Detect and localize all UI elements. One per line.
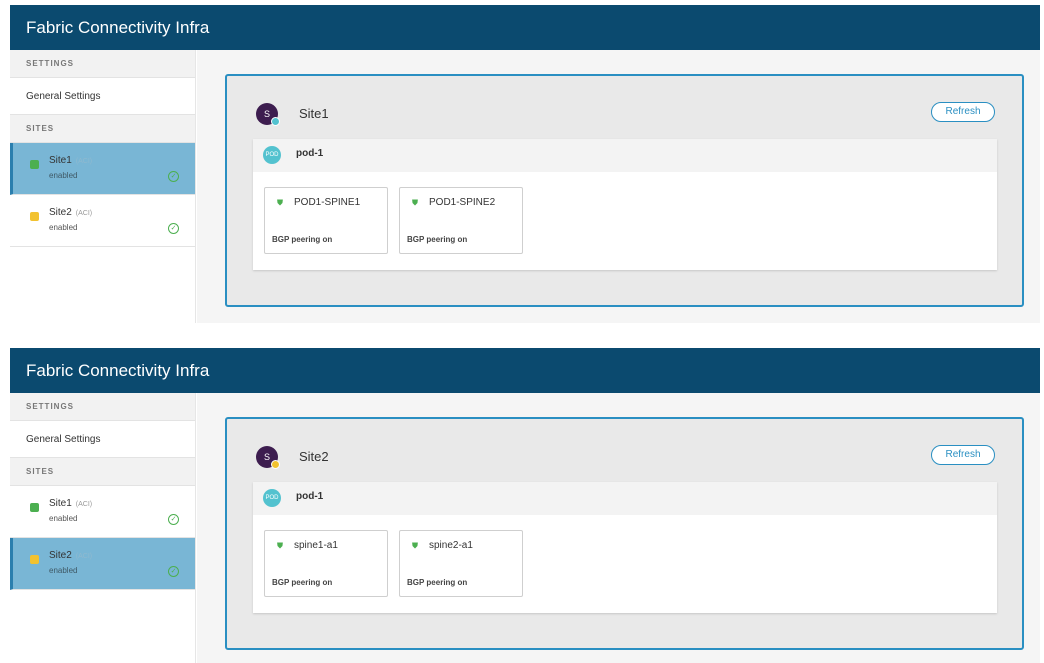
general-settings-link[interactable]: General Settings bbox=[10, 78, 195, 115]
avatar-letter: S bbox=[263, 109, 270, 119]
bgp-status: BGP peering on bbox=[407, 578, 468, 587]
spine-name: POD1-SPINE2 bbox=[429, 197, 496, 208]
sidebar-item-site2[interactable]: Site2 (ACI) enabled ✓ bbox=[10, 538, 195, 590]
site-card: S Site2 Refresh POD pod-1 ⛊ spine1-a1 BG… bbox=[225, 417, 1024, 650]
general-settings-link[interactable]: General Settings bbox=[10, 421, 195, 458]
sidebar-item-site1[interactable]: Site1 (ACI) enabled ✓ bbox=[10, 486, 195, 538]
site-type-tag: (ACI) bbox=[75, 158, 93, 165]
site-shield-icon bbox=[30, 555, 39, 564]
site-status: enabled bbox=[49, 514, 78, 523]
spine-card[interactable]: ⛊ POD1-SPINE2 BGP peering on bbox=[399, 187, 523, 254]
pod-header: POD pod-1 bbox=[253, 139, 997, 172]
settings-header: SETTINGS bbox=[10, 50, 195, 78]
site-type-tag: (ACI) bbox=[75, 210, 93, 217]
site-card: S Site1 Refresh POD pod-1 ⛊ POD1-SPINE1 … bbox=[225, 74, 1024, 307]
panel-site2: Fabric Connectivity Infra SETTINGS Gener… bbox=[10, 348, 1040, 663]
site-shield-icon bbox=[30, 160, 39, 169]
site-status: enabled bbox=[49, 223, 78, 232]
pod-name: pod-1 bbox=[296, 491, 324, 502]
app-title: Fabric Connectivity Infra bbox=[10, 348, 1040, 393]
sites-header: SITES bbox=[10, 115, 195, 143]
site-status-icon bbox=[271, 117, 280, 126]
spine-name: spine1-a1 bbox=[294, 540, 338, 551]
main-content: S Site2 Refresh POD pod-1 ⛊ spine1-a1 BG… bbox=[197, 393, 1040, 663]
pod-icon: POD bbox=[263, 489, 281, 507]
sidebar: SETTINGS General Settings SITES Site1 (AC… bbox=[10, 393, 196, 663]
check-circle-icon: ✓ bbox=[168, 566, 179, 577]
site-name-label: Site1 bbox=[49, 155, 72, 166]
site-type-tag: (ACI) bbox=[75, 553, 93, 560]
site-name: Site2 (ACI) bbox=[49, 207, 92, 218]
site-shield-icon bbox=[30, 503, 39, 512]
site-status: enabled bbox=[49, 566, 78, 575]
bgp-status: BGP peering on bbox=[272, 578, 333, 587]
settings-header: SETTINGS bbox=[10, 393, 195, 421]
site-name: Site2 (ACI) bbox=[49, 550, 92, 561]
site-name: Site1 (ACI) bbox=[49, 155, 92, 166]
pod-panel: POD pod-1 ⛊ POD1-SPINE1 BGP peering on ⛊… bbox=[253, 139, 997, 270]
check-circle-icon: ✓ bbox=[168, 223, 179, 234]
site-avatar: S bbox=[256, 103, 280, 126]
shield-icon: ⛊ bbox=[277, 541, 283, 550]
spine-card[interactable]: ⛊ POD1-SPINE1 BGP peering on bbox=[264, 187, 388, 254]
spine-card[interactable]: ⛊ spine2-a1 BGP peering on bbox=[399, 530, 523, 597]
bgp-status: BGP peering on bbox=[407, 235, 468, 244]
avatar-letter: S bbox=[263, 452, 270, 462]
check-circle-icon: ✓ bbox=[168, 514, 179, 525]
main-content: S Site1 Refresh POD pod-1 ⛊ POD1-SPINE1 … bbox=[197, 50, 1040, 323]
sidebar-item-site2[interactable]: Site2 (ACI) enabled ✓ bbox=[10, 195, 195, 247]
site-type-tag: (ACI) bbox=[75, 501, 93, 508]
shield-icon: ⛊ bbox=[412, 198, 418, 207]
site-name-label: Site1 bbox=[49, 498, 72, 509]
refresh-button[interactable]: Refresh bbox=[931, 102, 995, 122]
site-status: enabled bbox=[49, 171, 78, 180]
site-name-label: Site2 bbox=[49, 207, 72, 218]
site-shield-icon bbox=[30, 212, 39, 221]
bgp-status: BGP peering on bbox=[272, 235, 333, 244]
sites-header: SITES bbox=[10, 458, 195, 486]
shield-icon: ⛊ bbox=[412, 541, 418, 550]
site-avatar: S bbox=[256, 446, 280, 469]
site-name-label: Site2 bbox=[49, 550, 72, 561]
pod-name: pod-1 bbox=[296, 148, 324, 159]
site-name: Site1 (ACI) bbox=[49, 498, 92, 509]
pod-header: POD pod-1 bbox=[253, 482, 997, 515]
app-title: Fabric Connectivity Infra bbox=[10, 5, 1040, 50]
check-circle-icon: ✓ bbox=[168, 171, 179, 182]
spine-name: spine2-a1 bbox=[429, 540, 473, 551]
spine-name: POD1-SPINE1 bbox=[294, 197, 361, 208]
pod-icon: POD bbox=[263, 146, 281, 164]
site-title: Site1 bbox=[299, 106, 329, 121]
shield-icon: ⛊ bbox=[277, 198, 283, 207]
sidebar-item-site1[interactable]: Site1 (ACI) enabled ✓ bbox=[10, 143, 195, 195]
refresh-button[interactable]: Refresh bbox=[931, 445, 995, 465]
sidebar: SETTINGS General Settings SITES Site1 (AC… bbox=[10, 50, 196, 323]
pod-panel: POD pod-1 ⛊ spine1-a1 BGP peering on ⛊ s… bbox=[253, 482, 997, 613]
site-title: Site2 bbox=[299, 449, 329, 464]
spine-card[interactable]: ⛊ spine1-a1 BGP peering on bbox=[264, 530, 388, 597]
panel-site1: Fabric Connectivity Infra SETTINGS Gener… bbox=[10, 5, 1040, 323]
site-status-icon bbox=[271, 460, 280, 469]
